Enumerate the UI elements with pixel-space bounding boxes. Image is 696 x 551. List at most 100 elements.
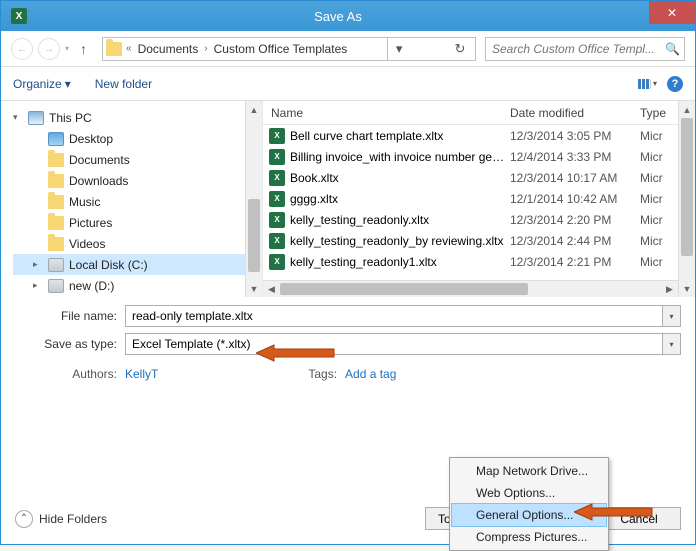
up-button[interactable]: ↑: [74, 41, 93, 57]
scroll-up-icon[interactable]: ▲: [679, 101, 695, 118]
file-row[interactable]: Xgggg.xltx12/1/2014 10:42 AMMicr: [263, 188, 678, 209]
expander-icon[interactable]: ▾: [13, 112, 23, 123]
expander-icon[interactable]: ▸: [33, 259, 43, 270]
menu-item-general-options[interactable]: General Options...: [452, 504, 606, 526]
recent-dropdown[interactable]: ▾: [65, 44, 69, 53]
window-title: Save As: [27, 9, 649, 24]
menu-item-map-network-drive[interactable]: Map Network Drive...: [452, 460, 606, 482]
scroll-thumb[interactable]: [681, 118, 693, 256]
file-row[interactable]: Xkelly_testing_readonly1.xltx12/3/2014 2…: [263, 251, 678, 272]
chevron-up-icon: ⌃: [15, 510, 33, 528]
help-button[interactable]: ?: [667, 76, 683, 92]
file-date: 12/3/2014 2:20 PM: [510, 213, 640, 227]
scroll-right-icon[interactable]: ▶: [661, 281, 678, 297]
chevron-icon: «: [126, 43, 132, 54]
menu-item-web-options[interactable]: Web Options...: [452, 482, 606, 504]
tree-item-music[interactable]: Music: [13, 191, 245, 212]
file-date: 12/3/2014 2:44 PM: [510, 234, 640, 248]
tree-item-label: Desktop: [69, 132, 113, 146]
file-list-v-scrollbar[interactable]: ▲ ▼: [678, 101, 695, 297]
expander-icon[interactable]: ▸: [33, 280, 43, 291]
tree-item-pictures[interactable]: Pictures: [13, 212, 245, 233]
breadcrumb-documents[interactable]: Documents: [136, 42, 201, 56]
address-dropdown[interactable]: ▾: [387, 37, 411, 61]
tree-item-label: new (D:): [69, 279, 114, 293]
file-type: Micr: [640, 129, 678, 143]
tree-item-videos[interactable]: Videos: [13, 233, 245, 254]
toolbar: Organize ▾ New folder ▾ ?: [1, 67, 695, 101]
tree-item-label: Pictures: [69, 216, 112, 230]
scroll-thumb[interactable]: [248, 199, 260, 272]
tree-item-local-disk-c-[interactable]: ▸Local Disk (C:): [13, 254, 245, 275]
file-row[interactable]: XBilling invoice_with invoice number gen…: [263, 146, 678, 167]
meta-row: Authors: KellyT Tags: Add a tag: [1, 361, 695, 381]
excel-file-icon: X: [269, 170, 285, 186]
file-fields: File name: read-only template.xltx ▾ Sav…: [1, 297, 695, 355]
scroll-down-icon[interactable]: ▼: [679, 280, 695, 297]
file-row[interactable]: XBook.xltx12/3/2014 10:17 AMMicr: [263, 167, 678, 188]
file-list-h-scrollbar[interactable]: ◀ ▶: [263, 280, 678, 297]
file-name: kelly_testing_readonly_by reviewing.xltx: [290, 234, 510, 248]
file-type: Micr: [640, 255, 678, 269]
file-row[interactable]: Xkelly_testing_readonly_by reviewing.xlt…: [263, 230, 678, 251]
column-type[interactable]: Type: [640, 106, 678, 120]
organize-button[interactable]: Organize ▾: [13, 77, 71, 91]
tree-item-label: Documents: [69, 153, 130, 167]
chevron-right-icon: ›: [204, 43, 207, 54]
file-name: kelly_testing_readonly1.xltx: [290, 255, 510, 269]
tags-label: Tags:: [308, 367, 345, 381]
file-list: Name Date modified Type XBell curve char…: [262, 101, 678, 297]
close-button[interactable]: ✕: [649, 1, 695, 24]
search-input[interactable]: [490, 41, 661, 57]
file-type: Micr: [640, 213, 678, 227]
file-date: 12/3/2014 10:17 AM: [510, 171, 640, 185]
file-list-body[interactable]: XBell curve chart template.xltx12/3/2014…: [263, 125, 678, 280]
folder-icon: [106, 42, 122, 56]
filename-input[interactable]: read-only template.xltx ▾: [125, 305, 681, 327]
nav-tree[interactable]: ▾ This PC Desktop Documents DownloadsMusic Pi…: [1, 101, 245, 297]
excel-file-icon: X: [269, 149, 285, 165]
new-folder-button[interactable]: New folder: [95, 77, 152, 91]
filename-dropdown[interactable]: ▾: [662, 306, 680, 326]
column-name[interactable]: Name: [263, 106, 510, 120]
tree-scrollbar[interactable]: ▲ ▼: [245, 101, 262, 297]
file-row[interactable]: XBell curve chart template.xltx12/3/2014…: [263, 125, 678, 146]
forward-button[interactable]: →: [38, 38, 60, 60]
address-bar[interactable]: « Documents › Custom Office Templates ▾ …: [102, 37, 476, 61]
scroll-up-icon[interactable]: ▲: [246, 101, 262, 118]
tree-item-desktop[interactable]: Desktop: [13, 128, 245, 149]
filename-value: read-only template.xltx: [132, 309, 253, 323]
folder-icon: [48, 174, 64, 188]
hide-folders-button[interactable]: ⌃ Hide Folders: [15, 510, 107, 528]
tags-value[interactable]: Add a tag: [345, 367, 396, 381]
filename-label: File name:: [15, 309, 125, 323]
type-dropdown[interactable]: ▾: [662, 334, 680, 354]
tree-item-this-pc[interactable]: ▾ This PC: [13, 107, 245, 128]
tree-item-documents[interactable]: Documents: [13, 149, 245, 170]
cancel-button[interactable]: Cancel: [597, 507, 681, 530]
tree-item-label: This PC: [49, 111, 92, 125]
file-row[interactable]: Xkelly_testing_readonly.xltx12/3/2014 2:…: [263, 209, 678, 230]
breadcrumb-templates[interactable]: Custom Office Templates: [212, 42, 350, 56]
back-button[interactable]: ←: [11, 38, 33, 60]
folder-icon: [48, 195, 64, 209]
drive-icon: [48, 258, 64, 272]
file-type: Micr: [640, 171, 678, 185]
authors-value[interactable]: KellyT: [125, 367, 158, 381]
authors-label: Authors:: [15, 367, 125, 381]
save-as-type-value: Excel Template (*.xltx): [132, 337, 250, 351]
excel-file-icon: X: [269, 254, 285, 270]
refresh-button[interactable]: ↻: [448, 37, 472, 61]
scroll-left-icon[interactable]: ◀: [263, 281, 280, 297]
scroll-thumb[interactable]: [280, 283, 528, 295]
tools-menu: Map Network Drive...Web Options...Genera…: [449, 457, 609, 551]
tree-item-downloads[interactable]: Downloads: [13, 170, 245, 191]
scroll-down-icon[interactable]: ▼: [246, 280, 262, 297]
search-icon[interactable]: 🔍: [665, 42, 680, 56]
column-date[interactable]: Date modified: [510, 106, 640, 120]
view-options-button[interactable]: ▾: [638, 79, 657, 89]
save-as-type-input[interactable]: Excel Template (*.xltx) ▾: [125, 333, 681, 355]
search-box[interactable]: 🔍: [485, 37, 685, 61]
tree-item-new-d-[interactable]: ▸ new (D:): [13, 275, 245, 296]
caret-down-icon: ▾: [65, 77, 71, 91]
